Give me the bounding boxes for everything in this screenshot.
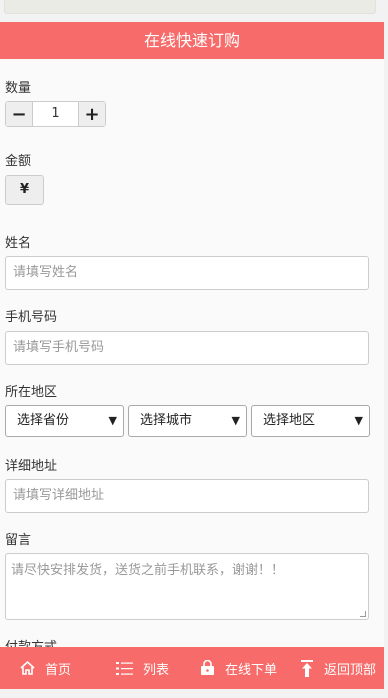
- district-select[interactable]: 选择地区 ▼: [251, 405, 370, 437]
- top-strip: [4, 0, 376, 14]
- list-icon: [116, 661, 133, 675]
- district-select-value: 选择地区: [263, 413, 316, 428]
- home-icon: [20, 661, 35, 675]
- quantity-input[interactable]: 1: [32, 102, 79, 126]
- nav-home[interactable]: 首页: [20, 647, 71, 689]
- name-label: 姓名: [5, 236, 32, 251]
- city-select-value: 选择城市: [140, 413, 193, 428]
- province-select-value: 选择省份: [17, 413, 70, 428]
- chevron-down-icon: ▼: [354, 414, 363, 427]
- address-label: 详细地址: [5, 459, 58, 474]
- increase-button[interactable]: +: [79, 102, 105, 126]
- currency-symbol: ¥: [5, 175, 44, 205]
- region-label: 所在地区: [5, 385, 58, 400]
- quantity-stepper: − 1 +: [5, 101, 106, 127]
- message-placeholder: 请尽快安排发货，送货之前手机联系，谢谢！！: [11, 563, 285, 578]
- city-select[interactable]: 选择城市 ▼: [128, 405, 247, 437]
- chevron-down-icon: ▼: [231, 414, 240, 427]
- chevron-down-icon: ▼: [108, 414, 117, 427]
- message-textarea[interactable]: 请尽快安排发货，送货之前手机联系，谢谢！！: [5, 553, 369, 620]
- nav-home-label: 首页: [45, 662, 72, 678]
- name-input[interactable]: 请填写姓名: [5, 256, 369, 290]
- nav-order-label: 在线下单: [225, 662, 278, 678]
- amount-label: 金额: [5, 154, 32, 169]
- nav-back-to-top-label: 返回顶部: [324, 662, 377, 678]
- arrow-up-icon: [301, 659, 313, 677]
- nav-back-to-top[interactable]: 返回顶部: [300, 647, 376, 689]
- address-input[interactable]: 请填写详细地址: [5, 479, 369, 513]
- province-select[interactable]: 选择省份 ▼: [5, 405, 124, 437]
- phone-input[interactable]: 请填写手机号码: [5, 331, 369, 365]
- bottom-nav: 首页 列表 在线下单 返回顶部: [0, 647, 384, 689]
- nav-order[interactable]: 在线下单: [200, 647, 277, 689]
- decrease-button[interactable]: −: [6, 102, 32, 126]
- phone-label: 手机号码: [5, 310, 58, 325]
- nav-list[interactable]: 列表: [116, 647, 169, 689]
- shopping-bag-icon: [201, 660, 214, 675]
- resize-handle[interactable]: [360, 611, 366, 617]
- order-form: 数量 − 1 + 金额 ¥ 姓名 请填写姓名 手机号码 请填写手机号码 所在地区…: [0, 59, 384, 659]
- quantity-label: 数量: [5, 81, 32, 96]
- page-title: 在线快速订购: [0, 22, 384, 59]
- nav-list-label: 列表: [143, 662, 170, 678]
- message-label: 留言: [5, 533, 32, 548]
